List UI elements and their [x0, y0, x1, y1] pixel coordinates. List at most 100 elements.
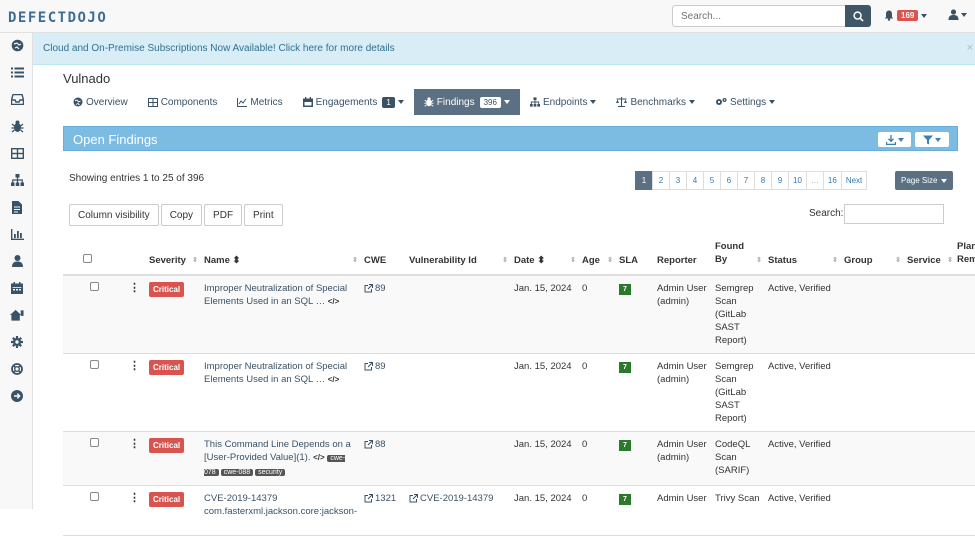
page-button[interactable]: 5 — [703, 171, 721, 190]
page-size-button[interactable]: Page Size — [895, 171, 954, 190]
engagements-count-badge: 1 — [382, 96, 395, 108]
sort-icon: ⬍ — [832, 257, 838, 264]
reporter-header[interactable]: Reporter — [653, 236, 711, 276]
table-row[interactable]: ⋮ Critical This Command Line Depends on … — [63, 431, 975, 486]
balance-icon — [616, 97, 628, 107]
tab-overview[interactable]: Overview — [63, 89, 138, 115]
global-search-input[interactable] — [672, 5, 845, 27]
next-page-button[interactable]: Next — [840, 171, 868, 190]
table-row[interactable]: ⋮ Critical CVE-2019-14379 com.fasterxml.… — [63, 485, 975, 536]
cwe-link[interactable]: 89 — [375, 283, 386, 294]
page-button[interactable]: 2 — [652, 171, 670, 190]
cwe-header[interactable]: CWE — [360, 236, 405, 276]
page-button[interactable]: 1 — [635, 171, 653, 190]
filter-button[interactable] — [915, 132, 949, 147]
defectdojo-logo[interactable]: DEFECTDOJO — [8, 7, 138, 27]
row-select-cell — [63, 275, 125, 354]
announcement-banner[interactable]: Cloud and On-Premise Subscriptions Now A… — [33, 33, 975, 65]
table-row[interactable]: ⋮ Critical Improper Neutralization of Sp… — [63, 353, 975, 432]
planned-remediation-cell — [955, 485, 975, 536]
status-header[interactable]: Status ⬍ — [764, 236, 840, 276]
vulnerability-id-link[interactable]: CVE-2019-14379 — [420, 493, 493, 504]
age-cell: 0 — [578, 353, 615, 432]
date-header[interactable]: Date ⬍ ⬍ — [510, 236, 578, 276]
finding-name-link[interactable]: Improper Neutralization of Special Eleme… — [204, 283, 347, 307]
kebab-menu-icon[interactable]: ⋮ — [129, 438, 140, 450]
print-button[interactable]: Print — [244, 204, 283, 226]
service-cell — [903, 485, 955, 536]
page-button[interactable]: 10 — [788, 171, 807, 190]
table-row[interactable]: ⋮ Critical Improper Neutralization of Sp… — [63, 275, 975, 354]
row-checkbox[interactable] — [90, 438, 99, 447]
findings-table: Severity ⬍ Name ⬍ ⬍ CWE Vulnerability Id ⬍ … — [63, 236, 975, 536]
planned-remediation-header[interactable]: Planned Remediation — [955, 236, 975, 276]
sitemap-icon[interactable] — [10, 173, 24, 187]
column-visibility-button[interactable]: Column visibility — [69, 204, 159, 226]
sla-badge: 7 — [619, 284, 631, 295]
inbox-icon[interactable] — [10, 92, 24, 106]
page-button[interactable]: 4 — [686, 171, 704, 190]
row-checkbox[interactable] — [90, 360, 99, 369]
user-menu[interactable] — [948, 9, 967, 20]
tab-findings[interactable]: Findings 396 — [413, 89, 520, 115]
table-icon[interactable] — [10, 146, 24, 160]
page-button[interactable]: 16 — [822, 171, 842, 190]
cwe-link[interactable]: 88 — [375, 439, 386, 450]
status-cell: Active, Verified — [764, 275, 840, 354]
row-checkbox[interactable] — [90, 492, 99, 501]
found-by-cell: Trivy Scan — [711, 485, 764, 536]
close-icon[interactable]: × — [967, 42, 973, 54]
chart-icon[interactable] — [10, 227, 24, 241]
alerts-menu[interactable]: 169 — [884, 10, 928, 21]
external-link-icon — [364, 283, 373, 293]
sla-header[interactable]: SLA — [615, 236, 653, 276]
tab-engagements[interactable]: Engagements 1 — [293, 89, 414, 115]
row-checkbox[interactable] — [90, 282, 99, 291]
found-by-header[interactable]: Found By ⬍ — [711, 236, 764, 276]
pdf-button[interactable]: PDF — [204, 204, 243, 226]
bug-icon — [424, 97, 434, 107]
search-button[interactable] — [845, 5, 871, 27]
page-button[interactable]: 6 — [720, 171, 738, 190]
announcement-text[interactable]: Cloud and On-Premise Subscriptions Now A… — [43, 43, 395, 54]
copy-button[interactable]: Copy — [160, 204, 203, 226]
external-link-icon — [364, 439, 373, 449]
service-header[interactable]: Service ⬍ — [903, 236, 955, 276]
lifesaver-icon[interactable] — [10, 362, 24, 376]
severity-header[interactable]: Severity ⬍ — [145, 236, 200, 276]
gear-icon[interactable] — [10, 335, 24, 349]
kebab-menu-icon[interactable]: ⋮ — [129, 282, 140, 294]
bug-icon[interactable] — [10, 119, 24, 133]
page-button[interactable]: 8 — [754, 171, 772, 190]
calendar-icon[interactable] — [10, 281, 24, 295]
tab-components[interactable]: Components — [138, 89, 228, 115]
tab-settings[interactable]: Settings — [705, 89, 785, 115]
home-icon[interactable] — [10, 308, 24, 322]
age-header[interactable]: Age ⬍ — [578, 236, 615, 276]
user-icon[interactable] — [10, 254, 24, 268]
tab-endpoints[interactable]: Endpoints — [520, 89, 606, 115]
cwe-link[interactable]: 1321 — [375, 493, 396, 504]
kebab-menu-icon[interactable]: ⋮ — [129, 492, 140, 504]
table-search-input[interactable] — [844, 204, 944, 224]
name-header[interactable]: Name ⬍ ⬍ — [200, 236, 360, 276]
page-button[interactable]: 7 — [737, 171, 755, 190]
tab-benchmarks[interactable]: Benchmarks — [606, 89, 705, 115]
list-icon[interactable] — [10, 65, 24, 79]
tag-badge[interactable]: cwe-088 — [220, 469, 254, 476]
page-button[interactable]: 9 — [771, 171, 789, 190]
dashboard-icon[interactable] — [10, 38, 24, 52]
vulnerability-id-header[interactable]: Vulnerability Id ⬍ — [405, 236, 510, 276]
arrow-circle-icon[interactable] — [10, 389, 24, 403]
kebab-menu-icon[interactable]: ⋮ — [129, 360, 140, 372]
file-icon[interactable] — [10, 200, 24, 214]
cwe-link[interactable]: 89 — [375, 361, 386, 372]
finding-name-link[interactable]: CVE-2019-14379 com.fasterxml.jackson.cor… — [204, 493, 357, 517]
select-all-checkbox[interactable] — [83, 254, 92, 263]
finding-name-link[interactable]: Improper Neutralization of Special Eleme… — [204, 361, 347, 385]
page-button[interactable]: 3 — [669, 171, 687, 190]
group-header[interactable]: Group ⬍ — [840, 236, 903, 276]
tag-badge[interactable]: security — [255, 469, 286, 476]
download-button[interactable] — [878, 132, 911, 147]
tab-metrics[interactable]: Metrics — [227, 89, 292, 115]
